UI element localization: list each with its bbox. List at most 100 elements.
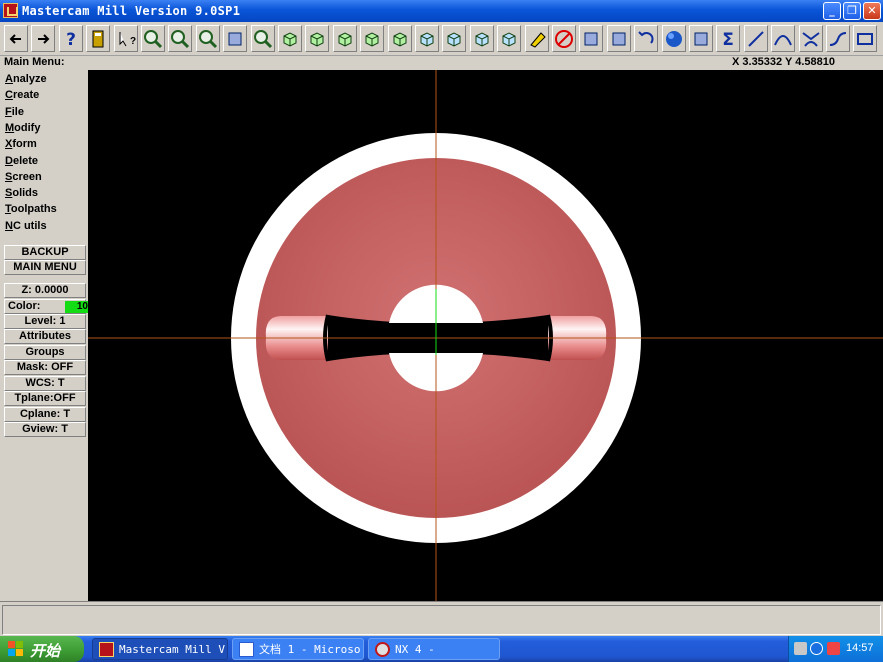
view-front-icon — [338, 31, 352, 47]
fillet-icon — [801, 31, 820, 47]
menu-item-modify[interactable]: Modify — [5, 122, 40, 134]
toolbar-button-sphere[interactable] — [661, 25, 686, 52]
toolbar-button-zoom-window[interactable] — [141, 25, 165, 52]
color-button[interactable]: Color: 10 — [4, 299, 90, 314]
backup-button[interactable]: BACKUP — [4, 245, 86, 260]
toolbar-button-rectangle[interactable] — [853, 25, 878, 52]
toolbar-button-delete[interactable] — [552, 25, 576, 52]
toolbar-button-view-side[interactable] — [360, 25, 385, 52]
toolbar-button-pan[interactable] — [223, 25, 248, 52]
prompt-area — [0, 601, 883, 636]
menu-item-create[interactable]: Create — [5, 89, 39, 101]
menu-item-nc-utils[interactable]: NC utils — [5, 220, 47, 232]
toolbar-button-fillet[interactable] — [798, 25, 823, 52]
z-depth-button[interactable]: Z: 0.0000 — [4, 283, 86, 298]
nx-icon — [375, 642, 390, 657]
minimize-button[interactable]: _ — [823, 2, 841, 20]
status-strip: Main Menu: X 3.35332 Y 4.58810 — [0, 56, 883, 70]
undo-icon — [638, 30, 654, 44]
taskbar-item-mastercam[interactable]: Mastercam Mill V... — [92, 638, 228, 660]
line-icon — [748, 30, 764, 47]
mastercam-app-icon[interactable] — [3, 3, 18, 18]
zoom-select-icon — [253, 29, 272, 48]
menu-item-solids[interactable]: Solids — [5, 187, 38, 199]
toolbar-button-zoom-fit[interactable] — [168, 25, 193, 52]
tray-volume-icon[interactable] — [827, 642, 840, 655]
toolbar-button-undo[interactable] — [634, 25, 659, 52]
taskbar-item-word[interactable]: 文档 1 - Microso... — [232, 638, 364, 660]
attributes-button[interactable]: Attributes — [4, 329, 86, 344]
view-rotate-icon — [283, 31, 297, 47]
toolbar-button-arc[interactable] — [771, 25, 796, 52]
cplane-3d-icon — [502, 31, 516, 47]
view-iso-icon — [393, 31, 407, 47]
menu-item-label: oolpaths — [10, 203, 57, 216]
toolbar-button-help[interactable]: ? — [58, 25, 83, 52]
transform-icon — [694, 32, 708, 45]
minimize-icon: _ — [829, 4, 835, 17]
graphics-viewport[interactable] — [88, 70, 883, 601]
toolbar-button-cplane-front[interactable] — [442, 25, 467, 52]
toolbar-button-view-front[interactable] — [332, 25, 357, 52]
start-label: 开始 — [30, 643, 61, 660]
toolbar-button-move[interactable] — [606, 25, 631, 52]
move-icon — [612, 32, 626, 45]
close-button[interactable]: ✕ — [863, 2, 881, 20]
task-label: NX 4 - — [395, 643, 435, 656]
menu-item-label: ile — [11, 105, 24, 118]
toolbar-button-cplane-top[interactable] — [415, 25, 439, 52]
title-bar[interactable]: Mastercam Mill Version 9.0SP1 _ ❐ ✕ — [0, 0, 883, 22]
toolbar-button-zoom-select[interactable] — [250, 25, 275, 52]
taskbar-item-nx[interactable]: NX 4 - — [368, 638, 500, 660]
sphere-icon — [665, 30, 682, 47]
toolbar-button-spline[interactable] — [826, 25, 850, 52]
start-button[interactable]: 开始 — [0, 636, 84, 662]
toolbar-button-calculator[interactable] — [86, 25, 111, 52]
toolbar-button-pointer-help[interactable]: ? — [113, 25, 138, 52]
mastercam-window: Mastercam Mill Version 9.0SP1 _ ❐ ✕ ?? Σ … — [0, 0, 883, 662]
gview-button[interactable]: Gview: T — [4, 422, 86, 437]
toolbar-button-view-iso[interactable] — [387, 25, 412, 52]
mask-button[interactable]: Mask: OFF — [4, 360, 86, 375]
word-icon — [239, 642, 254, 657]
toolbar-button-arrow-right[interactable] — [31, 25, 56, 52]
arrow-right-icon — [38, 33, 50, 44]
menu-item-delete[interactable]: Delete — [5, 155, 38, 167]
toolbar-button-sum[interactable]: Σ — [716, 25, 741, 52]
view-side-icon — [365, 31, 379, 47]
menu-item-hotkey: C — [5, 89, 13, 102]
toolbar-button-zoom-previous[interactable] — [195, 25, 220, 52]
level-button[interactable]: Level: 1 — [4, 314, 86, 329]
main-toolbar: ?? Σ — [0, 22, 883, 56]
cplane-side-icon — [475, 31, 489, 47]
toolbar-button-copy[interactable] — [579, 25, 604, 52]
toolbar-button-line[interactable] — [743, 25, 768, 52]
cplane-top-icon — [420, 31, 434, 47]
menu-item-hotkey: A — [5, 73, 13, 85]
menu-item-hotkey: M — [5, 121, 15, 134]
view-top-icon — [310, 31, 324, 47]
toolbar-button-arrow-left[interactable] — [4, 25, 28, 52]
windows-taskbar: 开始 Mastercam Mill V... 文档 1 - Microso...… — [0, 636, 883, 662]
toolbar-button-eraser[interactable] — [524, 25, 549, 52]
tray-ime-icon[interactable] — [810, 642, 823, 655]
menu-item-toolpaths[interactable]: Toolpaths — [5, 203, 57, 215]
groups-button[interactable]: Groups — [4, 345, 86, 360]
cplane-button[interactable]: Cplane: T — [4, 407, 86, 422]
main-menu-button[interactable]: MAIN MENU — [4, 260, 86, 275]
menu-item-label: elete — [12, 154, 39, 167]
restore-button[interactable]: ❐ — [843, 2, 861, 20]
menu-item-xform[interactable]: Xform — [5, 138, 37, 150]
menu-item-file[interactable]: File — [5, 106, 24, 118]
tplane-button[interactable]: Tplane:OFF — [4, 391, 86, 406]
wcs-button[interactable]: WCS: T — [4, 376, 86, 391]
prompt-field[interactable] — [2, 605, 881, 635]
toolbar-button-transform[interactable] — [689, 25, 713, 52]
tray-network-icon[interactable] — [794, 642, 807, 655]
menu-item-screen[interactable]: Screen — [5, 171, 42, 183]
toolbar-button-view-top[interactable] — [305, 25, 330, 52]
toolbar-button-cplane-side[interactable] — [469, 25, 494, 52]
toolbar-button-cplane-3d[interactable] — [497, 25, 522, 52]
toolbar-button-view-rotate[interactable] — [278, 25, 302, 52]
menu-item-analyze[interactable]: Analyze — [5, 73, 47, 85]
